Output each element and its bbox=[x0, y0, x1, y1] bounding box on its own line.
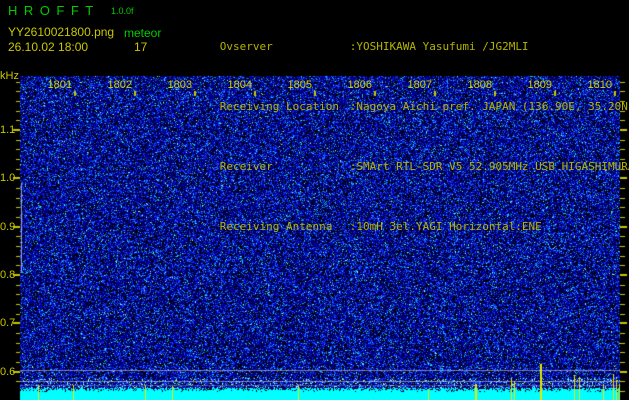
echo-count: 17 bbox=[134, 40, 148, 54]
info-label: Ovserver bbox=[219, 40, 273, 53]
mode-label: meteor bbox=[124, 26, 162, 40]
y-axis-unit-label: kHz bbox=[0, 70, 19, 82]
freq-tick-label: 0.9 bbox=[0, 221, 16, 233]
info-label: Receiving Antenna bbox=[219, 220, 333, 233]
info-row-antenna: Receiving Antenna :10mH 3el.YAGI Horizont… bbox=[180, 209, 629, 245]
time-tick-label: 1807 bbox=[407, 79, 432, 91]
time-tick-label: 1802 bbox=[107, 79, 132, 91]
info-label: Receiver bbox=[219, 160, 273, 173]
observation-datetime: 26.10.02 18:00 bbox=[8, 40, 89, 54]
time-tick-label: 1804 bbox=[227, 79, 252, 91]
freq-tick-label: 0.8 bbox=[0, 269, 16, 281]
freq-tick-label: 0.7 bbox=[0, 317, 16, 329]
freq-tick-label: 1.1 bbox=[0, 124, 16, 136]
app-version: 1.0.0f bbox=[111, 6, 134, 16]
time-tick-label: 1808 bbox=[467, 79, 492, 91]
hrofft-screen: HROFFT 1.0.0f YY2610021800.png meteor 26… bbox=[0, 0, 629, 400]
output-filename: YY2610021800.png bbox=[8, 25, 115, 39]
freq-tick-label: 1.0 bbox=[0, 172, 16, 184]
info-row-observer: Ovserver :YOSHIKAWA Yasufumi /JG2MLI bbox=[180, 29, 629, 65]
time-tick-label: 1805 bbox=[287, 79, 312, 91]
time-tick-label: 1809 bbox=[527, 79, 552, 91]
info-row-location: Receiving Location :Nagoya Aichi-pref. JA… bbox=[180, 89, 629, 125]
info-label: Receiving Location bbox=[219, 100, 339, 113]
freq-tick-label: 0.6 bbox=[0, 366, 16, 378]
info-value: :YOSHIKAWA Yasufumi /JG2MLI bbox=[349, 40, 529, 53]
time-tick-label: 1806 bbox=[347, 79, 372, 91]
info-value: :Nagoya Aichi-pref. JAPAN (136.90E, 35.2… bbox=[349, 100, 629, 113]
app-title: HROFFT bbox=[8, 3, 100, 18]
station-info: Ovserver :YOSHIKAWA Yasufumi /JG2MLI Rece… bbox=[180, 5, 629, 269]
time-tick-label: 1810 bbox=[587, 79, 612, 91]
time-tick-label: 1803 bbox=[167, 79, 192, 91]
info-row-receiver: Receiver :SMArt RTL-SDR V5 52.905MHz USB … bbox=[180, 149, 629, 185]
time-tick-label: 1801 bbox=[47, 79, 72, 91]
info-value: :10mH 3el.YAGI Horizontal:ENE bbox=[349, 220, 542, 233]
info-value: :SMArt RTL-SDR V5 52.905MHz USB HIGASHIM… bbox=[349, 160, 629, 173]
